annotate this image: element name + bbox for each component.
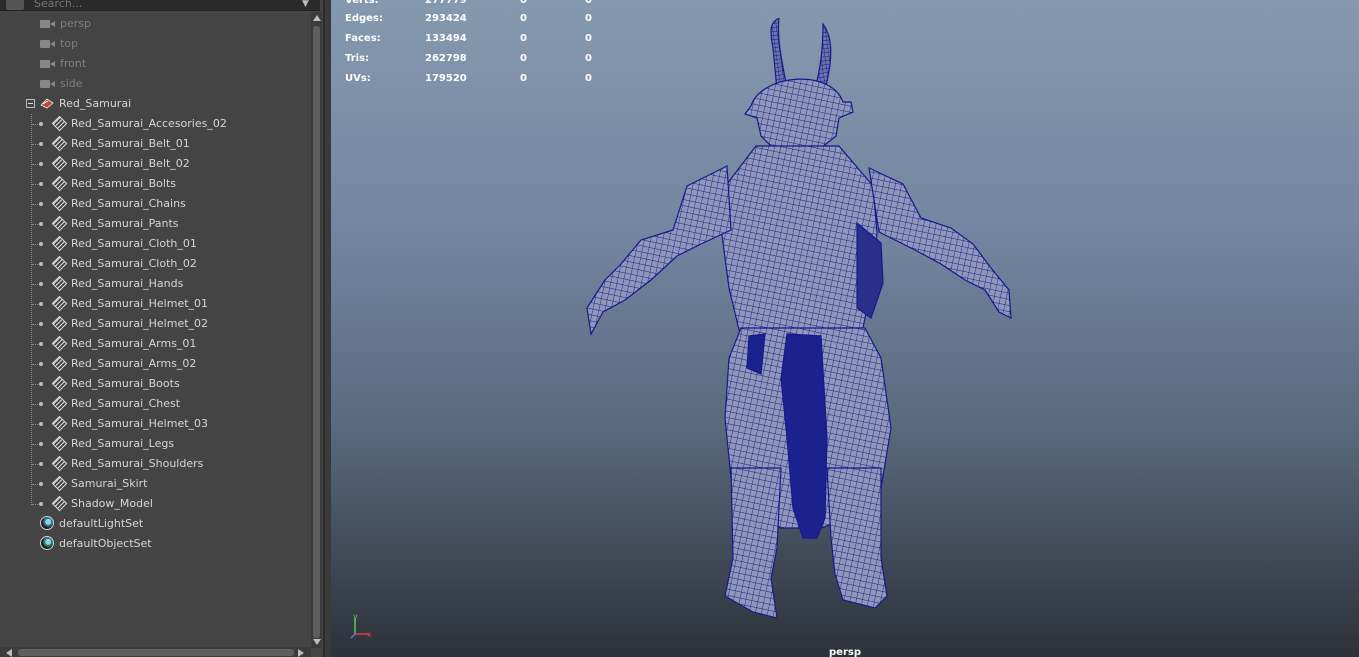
mesh-icon bbox=[51, 295, 68, 312]
outliner-item-red-samurai[interactable]: Red_Samurai bbox=[59, 94, 131, 114]
axis-x-label: x bbox=[367, 630, 372, 639]
scroll-left-icon[interactable] bbox=[6, 649, 12, 657]
outliner-item-mesh[interactable]: Red_Samurai_Cloth_02 bbox=[71, 254, 197, 274]
camera-icon bbox=[40, 79, 55, 88]
outliner-item-mesh[interactable]: Red_Samurai_Shoulders bbox=[71, 454, 203, 474]
viewport-persp[interactable]: Verts: 277779 0 0 Edges: 293424 0 0 Faces: 1334… bbox=[331, 0, 1359, 657]
outliner-item-mesh[interactable]: Samurai_Skirt bbox=[71, 474, 147, 494]
scroll-down-icon[interactable] bbox=[313, 639, 321, 645]
outliner-item-default-light-set[interactable]: defaultLightSet bbox=[59, 514, 143, 534]
outliner-item-mesh[interactable]: Red_Samurai_Bolts bbox=[71, 174, 176, 194]
search-input[interactable] bbox=[30, 0, 288, 10]
camera-icon bbox=[40, 19, 55, 28]
tree-node-dot bbox=[39, 402, 43, 406]
collapse-toggle[interactable] bbox=[26, 99, 35, 108]
tree-node-dot bbox=[39, 202, 43, 206]
mesh-icon bbox=[51, 175, 68, 192]
outliner-item-mesh[interactable]: Red_Samurai_Helmet_01 bbox=[71, 294, 208, 314]
outliner-item-mesh[interactable]: Red_Samurai_Hands bbox=[71, 274, 183, 294]
outliner-item-side[interactable]: side bbox=[60, 74, 83, 94]
scrollbar-thumb[interactable] bbox=[313, 26, 320, 638]
outliner-item-mesh[interactable]: Red_Samurai_Boots bbox=[71, 374, 180, 394]
tree-node-dot bbox=[39, 282, 43, 286]
tree-connector bbox=[31, 114, 32, 505]
tree-node-dot bbox=[39, 162, 43, 166]
tree-node-dot bbox=[39, 442, 43, 446]
mesh-icon bbox=[51, 255, 68, 272]
mesh-icon bbox=[51, 195, 68, 212]
tree-node-dot bbox=[39, 382, 43, 386]
outliner-item-mesh[interactable]: Red_Samurai_Cloth_01 bbox=[71, 234, 197, 254]
set-icon bbox=[40, 516, 54, 530]
scrollbar-thumb[interactable] bbox=[18, 649, 294, 656]
mesh-icon bbox=[51, 475, 68, 492]
mesh-icon bbox=[51, 375, 68, 392]
tree-node-dot bbox=[39, 242, 43, 246]
tree-node-dot bbox=[39, 362, 43, 366]
mesh-icon bbox=[51, 315, 68, 332]
mesh-icon bbox=[51, 355, 68, 372]
outliner-item-front[interactable]: front bbox=[60, 54, 86, 74]
set-icon bbox=[40, 536, 54, 550]
tree-node-dot bbox=[39, 502, 43, 506]
mesh-icon bbox=[51, 495, 68, 512]
group-transform-icon bbox=[40, 98, 54, 109]
mesh-icon bbox=[51, 455, 68, 472]
search-dropdown-icon[interactable]: ▼ bbox=[302, 0, 309, 9]
mesh-icon bbox=[51, 395, 68, 412]
mesh-icon bbox=[51, 435, 68, 452]
mesh-icon bbox=[51, 155, 68, 172]
outliner-item-mesh[interactable]: Red_Samurai_Arms_01 bbox=[71, 334, 196, 354]
samurai-wireframe-model[interactable] bbox=[581, 18, 1021, 618]
outliner-item-mesh[interactable]: Red_Samurai_Chest bbox=[71, 394, 180, 414]
filter-button[interactable] bbox=[6, 0, 24, 10]
tree-node-dot bbox=[39, 302, 43, 306]
outliner-horizontal-scrollbar[interactable] bbox=[0, 647, 311, 657]
search-bar: ▼ bbox=[0, 0, 320, 11]
mesh-icon bbox=[51, 335, 68, 352]
tree-node-dot bbox=[39, 122, 43, 126]
mesh-icon bbox=[51, 135, 68, 152]
mesh-icon bbox=[51, 215, 68, 232]
viewport-camera-label: persp bbox=[829, 647, 861, 657]
outliner-item-mesh[interactable]: Shadow_Model bbox=[71, 494, 153, 514]
tree-node-dot bbox=[39, 142, 43, 146]
tree-node-dot bbox=[39, 482, 43, 486]
scroll-up-icon[interactable] bbox=[313, 15, 321, 21]
outliner-item-mesh[interactable]: Red_Samurai_Belt_02 bbox=[71, 154, 190, 174]
tree-node-dot bbox=[39, 222, 43, 226]
outliner-item-mesh[interactable]: Red_Samurai_Accesories_02 bbox=[71, 114, 227, 134]
mesh-icon bbox=[51, 235, 68, 252]
outliner-item-mesh[interactable]: Red_Samurai_Chains bbox=[71, 194, 186, 214]
outliner-item-persp[interactable]: persp bbox=[60, 14, 91, 34]
tree-node-dot bbox=[39, 422, 43, 426]
outliner-item-mesh[interactable]: Red_Samurai_Belt_01 bbox=[71, 134, 190, 154]
outliner-item-default-object-set[interactable]: defaultObjectSet bbox=[59, 534, 152, 554]
outliner-vertical-scrollbar[interactable] bbox=[311, 12, 322, 648]
outliner-item-mesh[interactable]: Red_Samurai_Helmet_03 bbox=[71, 414, 208, 434]
tree-node-dot bbox=[39, 462, 43, 466]
tree-node-dot bbox=[39, 322, 43, 326]
mesh-icon bbox=[51, 275, 68, 292]
tree-node-dot bbox=[39, 182, 43, 186]
outliner-item-mesh[interactable]: Red_Samurai_Legs bbox=[71, 434, 174, 454]
view-axis-indicator: y x bbox=[350, 612, 372, 639]
outliner-item-mesh[interactable]: Red_Samurai_Arms_02 bbox=[71, 354, 196, 374]
mesh-icon bbox=[51, 415, 68, 432]
tree-node-dot bbox=[39, 342, 43, 346]
panel-splitter[interactable] bbox=[324, 0, 331, 657]
mesh-icon bbox=[51, 115, 68, 132]
outliner-item-mesh[interactable]: Red_Samurai_Pants bbox=[71, 214, 179, 234]
scroll-right-icon[interactable] bbox=[298, 649, 304, 657]
camera-icon bbox=[40, 39, 55, 48]
tree-node-dot bbox=[39, 262, 43, 266]
outliner-panel: ▼ persp top front side Red_Samurai Red_S… bbox=[0, 0, 324, 657]
outliner-item-top[interactable]: top bbox=[60, 34, 78, 54]
outliner-item-mesh[interactable]: Red_Samurai_Helmet_02 bbox=[71, 314, 208, 334]
axis-y-label: y bbox=[353, 612, 358, 621]
camera-icon bbox=[40, 59, 55, 68]
